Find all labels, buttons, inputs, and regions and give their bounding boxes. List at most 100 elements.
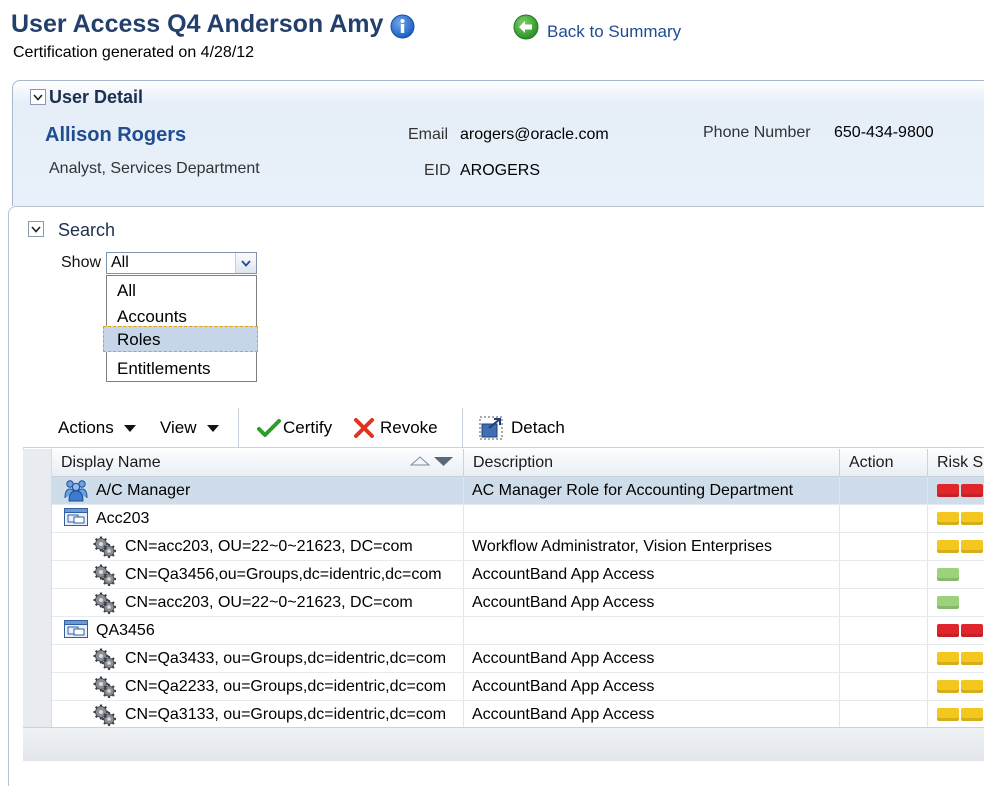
row-description: AccountBand App Access (472, 706, 655, 723)
caret-down-icon (123, 424, 136, 432)
account-icon (63, 618, 89, 645)
table-header: Display Name Description Action Risk Su (52, 449, 984, 477)
certify-button[interactable]: Certify (257, 408, 332, 448)
row-display-name: CN=Qa3133, ou=Groups,dc=identric,dc=com (125, 706, 447, 723)
back-to-summary-label: Back to Summary (547, 21, 682, 41)
search-toggle[interactable] (28, 221, 44, 237)
row-description: Workflow Administrator, Vision Enterpris… (472, 538, 772, 555)
show-label: Show (61, 254, 102, 271)
option-roles[interactable]: Roles (103, 326, 258, 352)
col-action[interactable]: Action (840, 449, 928, 477)
info-icon[interactable] (390, 14, 415, 39)
email-label: Email (408, 126, 449, 143)
table-row[interactable]: CN=Qa3456,ou=Groups,dc=identric,dc=com Ac… (52, 561, 984, 589)
row-action-cell[interactable] (848, 505, 924, 532)
revoke-label: Revoke (380, 418, 438, 437)
row-action-cell[interactable] (848, 589, 924, 616)
page-title: User Access Q4 Anderson Amy (11, 10, 384, 38)
row-display-name: CN=acc203, OU=22~0~21623, DC=com (125, 594, 413, 611)
row-action-cell[interactable] (848, 477, 924, 504)
row-action-cell[interactable] (848, 617, 924, 644)
row-description (472, 505, 832, 532)
account-icon (63, 506, 89, 533)
show-dropdown-list: All Accounts Roles Entitlements (103, 275, 258, 382)
row-display-name: CN=Qa3456,ou=Groups,dc=identric,dc=com (125, 566, 442, 583)
row-display-name: CN=Qa3433, ou=Groups,dc=identric,dc=com (125, 650, 447, 667)
table-row[interactable]: CN=acc203, OU=22~0~21623, DC=com Workflow… (52, 533, 984, 561)
row-display-name: CN=Qa2233, ou=Groups,dc=identric,dc=com (125, 678, 447, 695)
row-action-cell[interactable] (848, 701, 924, 728)
table-row[interactable]: CN=Qa3433, ou=Groups,dc=identric,dc=com A… (52, 645, 984, 673)
option-all[interactable]: All (107, 278, 256, 304)
user-detail-title: User Detail (49, 87, 144, 107)
risk-indicator (937, 680, 983, 693)
user-detail-toggle[interactable] (30, 89, 46, 105)
row-description: AccountBand App Access (472, 650, 655, 667)
actions-menu[interactable]: Actions (58, 408, 136, 448)
table-row[interactable]: QA3456 (52, 617, 984, 645)
back-arrow-icon (513, 14, 539, 45)
certification-date: Certification generated on 4/28/12 (13, 44, 255, 61)
table-footer (23, 727, 984, 761)
revoke-button[interactable]: Revoke (353, 408, 438, 448)
phone-value: 650-434-9800 (834, 124, 934, 141)
row-display-name: CN=acc203, OU=22~0~21623, DC=com (125, 538, 413, 555)
show-select-value: All (111, 254, 129, 271)
actions-label: Actions (58, 418, 114, 437)
row-selector-strip (23, 449, 52, 727)
detach-label: Detach (511, 418, 565, 437)
row-action-cell[interactable] (848, 673, 924, 700)
caret-down-icon (206, 424, 219, 432)
eid-value: AROGERS (460, 162, 541, 179)
row-description: AccountBand App Access (472, 678, 655, 695)
chevron-down-icon (241, 259, 251, 267)
row-action-cell[interactable] (848, 561, 924, 588)
risk-indicator (937, 624, 983, 637)
phone-label: Phone Number (703, 124, 811, 141)
view-menu[interactable]: View (160, 408, 219, 448)
row-display-name: Acc203 (96, 510, 150, 527)
certify-label: Certify (283, 418, 333, 437)
detach-button[interactable]: Detach (479, 408, 565, 448)
table-row[interactable]: CN=Qa3133, ou=Groups,dc=identric,dc=com A… (52, 701, 984, 729)
role-icon (63, 478, 89, 507)
row-action-cell[interactable] (848, 533, 924, 560)
table-row[interactable]: Acc203 (52, 505, 984, 533)
eid-label: EID (424, 162, 451, 179)
sort-icon[interactable] (409, 449, 456, 477)
col-display-name[interactable]: Display Name (52, 449, 464, 477)
risk-indicator (937, 568, 959, 581)
user-name: Allison Rogers (45, 124, 187, 146)
table-toolbar: Actions View Certify Revoke Detach (23, 408, 984, 448)
view-label: View (160, 418, 197, 437)
row-description: AccountBand App Access (472, 566, 655, 583)
checkmark-icon (257, 419, 281, 437)
col-description[interactable]: Description (464, 449, 840, 477)
table-row[interactable]: CN=Qa2233, ou=Groups,dc=identric,dc=com A… (52, 673, 984, 701)
back-to-summary-link[interactable]: Back to Summary (513, 14, 681, 45)
search-title: Search (58, 220, 116, 240)
table-row[interactable]: A/C Manager AC Manager Role for Accountin… (52, 477, 984, 505)
table-row[interactable]: CN=acc203, OU=22~0~21623, DC=com AccountB… (52, 589, 984, 617)
detach-icon (479, 416, 503, 440)
show-select[interactable]: All (106, 252, 257, 274)
row-description (472, 617, 832, 644)
risk-indicator (937, 484, 983, 497)
row-display-name: QA3456 (96, 622, 155, 639)
x-icon (354, 418, 374, 438)
risk-indicator (937, 652, 983, 665)
row-action-cell[interactable] (848, 645, 924, 672)
row-display-name: A/C Manager (96, 482, 191, 499)
dropdown-button[interactable] (235, 253, 256, 273)
user-job-title: Analyst, Services Department (49, 160, 260, 177)
row-description: AccountBand App Access (472, 594, 655, 611)
chevron-down-icon (31, 225, 41, 233)
risk-indicator (937, 708, 983, 721)
col-risk-summary[interactable]: Risk Su (928, 449, 984, 477)
chevron-down-icon (33, 93, 43, 101)
option-entitlements[interactable]: Entitlements (107, 356, 256, 382)
email-value: arogers@oracle.com (460, 126, 609, 143)
risk-indicator (937, 540, 983, 553)
row-description: AC Manager Role for Accounting Departmen… (472, 482, 794, 499)
risk-indicator (937, 512, 983, 525)
